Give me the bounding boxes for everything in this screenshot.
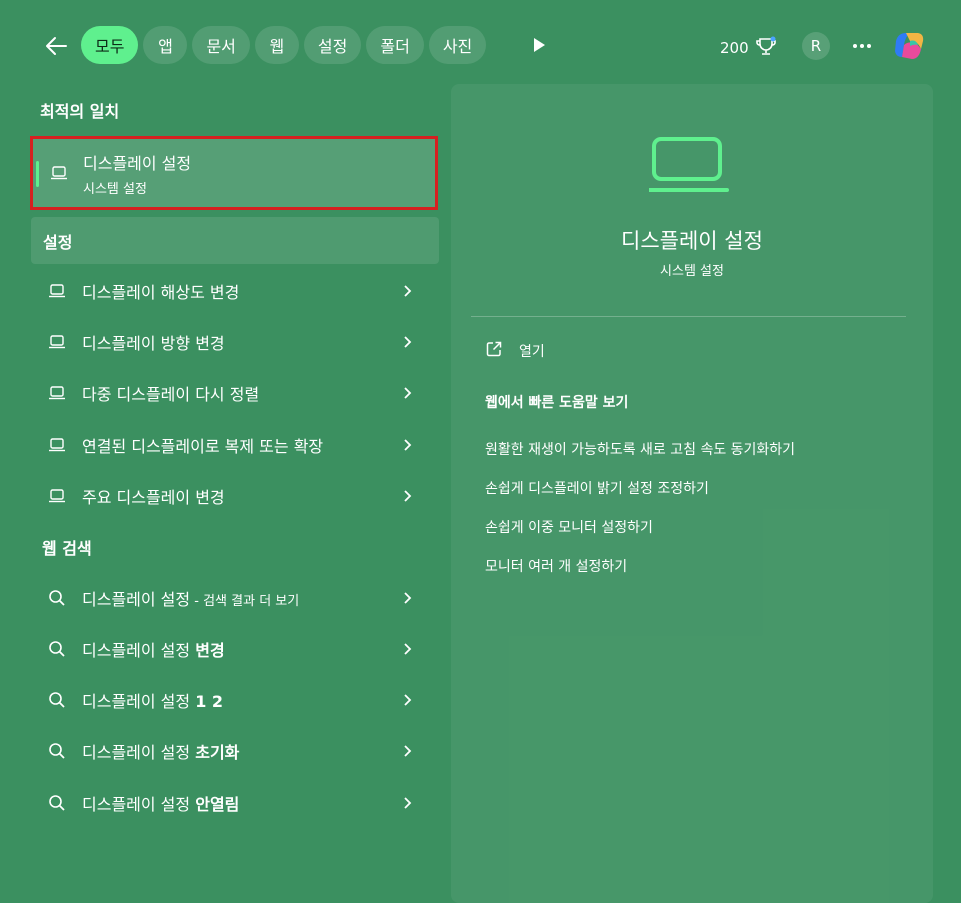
chevron-right-icon	[397, 435, 417, 455]
best-match-title: 디스플레이 설정	[83, 153, 192, 173]
web-search-item[interactable]: 디스플레이 설정 1 2	[31, 678, 439, 722]
web-search-heading: 웹 검색	[42, 539, 92, 558]
chevron-right-icon	[397, 332, 417, 352]
laptop-icon	[47, 281, 67, 301]
divider	[471, 316, 906, 317]
avatar[interactable]: R	[802, 32, 830, 60]
web-search-item[interactable]: 디스플레이 설정 변경	[31, 627, 439, 671]
chevron-right-icon	[397, 690, 417, 710]
web-search-item[interactable]: 디스플레이 설정 안열림	[31, 781, 439, 825]
settings-item[interactable]: 연결된 디스플레이로 복제 또는 확장	[31, 423, 439, 467]
help-link[interactable]: 모니터 여러 개 설정하기	[485, 556, 627, 576]
help-link[interactable]: 손쉽게 이중 모니터 설정하기	[485, 517, 653, 537]
tab-apps[interactable]: 앱	[143, 26, 188, 64]
web-search-label: 디스플레이 설정 변경	[82, 641, 225, 660]
rewards-points[interactable]: 200	[720, 35, 777, 61]
open-label: 열기	[519, 344, 545, 360]
tab-web[interactable]: 웹	[254, 26, 299, 64]
selection-indicator	[36, 161, 39, 187]
more-tabs-play-icon[interactable]	[528, 34, 550, 56]
laptop-icon	[647, 136, 731, 194]
more-options-icon[interactable]	[850, 32, 874, 60]
chevron-right-icon	[397, 281, 417, 301]
open-external-icon	[485, 340, 503, 362]
settings-item-label: 주요 디스플레이 변경	[82, 488, 225, 507]
trophy-icon	[755, 35, 777, 61]
web-search-label: 디스플레이 설정 안열림	[82, 795, 240, 814]
web-search-label: 디스플레이 설정 - 검색 결과 더 보기	[82, 590, 300, 609]
web-search-item[interactable]: 디스플레이 설정 - 검색 결과 더 보기	[31, 576, 439, 620]
back-arrow-icon[interactable]	[40, 30, 72, 62]
tab-documents[interactable]: 문서	[192, 26, 250, 64]
help-link[interactable]: 손쉽게 디스플레이 밝기 설정 조정하기	[485, 478, 709, 498]
settings-item[interactable]: 디스플레이 방향 변경	[31, 320, 439, 364]
points-value: 200	[720, 39, 749, 57]
settings-item-label: 연결된 디스플레이로 복제 또는 확장	[82, 437, 324, 456]
web-help-heading: 웹에서 빠른 도움말 보기	[485, 395, 629, 411]
chevron-right-icon	[397, 741, 417, 761]
laptop-icon	[47, 383, 67, 403]
laptop-icon	[47, 435, 67, 455]
chevron-right-icon	[397, 639, 417, 659]
help-link[interactable]: 원활한 재생이 가능하도록 새로 고침 속도 동기화하기	[485, 439, 795, 459]
search-icon	[47, 741, 67, 761]
laptop-icon	[47, 486, 67, 506]
web-search-label: 디스플레이 설정 초기화	[82, 743, 240, 762]
settings-item-label: 디스플레이 해상도 변경	[82, 283, 240, 302]
tab-settings[interactable]: 설정	[303, 26, 362, 64]
chevron-right-icon	[397, 793, 417, 813]
search-icon	[47, 690, 67, 710]
best-match-heading: 최적의 일치	[40, 102, 120, 121]
filter-tabs: 모두 앱 문서 웹 설정 폴더 사진	[81, 26, 487, 64]
chevron-right-icon	[397, 588, 417, 608]
settings-item[interactable]: 다중 디스플레이 다시 정렬	[31, 371, 439, 415]
detail-subtitle: 시스템 설정	[660, 264, 724, 279]
top-bar: 모두 앱 문서 웹 설정 폴더 사진 200 R	[0, 0, 961, 92]
tab-folders[interactable]: 폴더	[366, 26, 424, 64]
search-icon	[47, 588, 67, 608]
detail-title: 디스플레이 설정	[621, 229, 763, 253]
tab-all[interactable]: 모두	[81, 26, 139, 64]
copilot-icon[interactable]	[890, 27, 928, 65]
avatar-initial: R	[810, 37, 822, 55]
best-match-item[interactable]: 디스플레이 설정 시스템 설정	[30, 136, 438, 210]
tab-photos[interactable]: 사진	[428, 26, 487, 64]
laptop-icon	[49, 163, 69, 183]
open-action[interactable]: 열기	[485, 340, 545, 362]
chevron-right-icon	[397, 486, 417, 506]
search-icon	[47, 793, 67, 813]
detail-panel: 디스플레이 설정 시스템 설정 열기 웹에서 빠른 도움말 보기 원활한 재생이…	[451, 84, 933, 903]
chevron-right-icon	[397, 383, 417, 403]
settings-heading-label: 설정	[43, 232, 73, 252]
laptop-icon	[47, 332, 67, 352]
search-icon	[47, 639, 67, 659]
web-search-item[interactable]: 디스플레이 설정 초기화	[31, 729, 439, 773]
settings-section-heading[interactable]: 설정	[31, 217, 439, 264]
web-search-label: 디스플레이 설정 1 2	[82, 692, 224, 711]
settings-item[interactable]: 디스플레이 해상도 변경	[31, 269, 439, 313]
settings-item-label: 다중 디스플레이 다시 정렬	[82, 385, 260, 404]
best-match-subtitle: 시스템 설정	[83, 181, 147, 197]
settings-item-label: 디스플레이 방향 변경	[82, 334, 225, 353]
settings-item[interactable]: 주요 디스플레이 변경	[31, 474, 439, 518]
